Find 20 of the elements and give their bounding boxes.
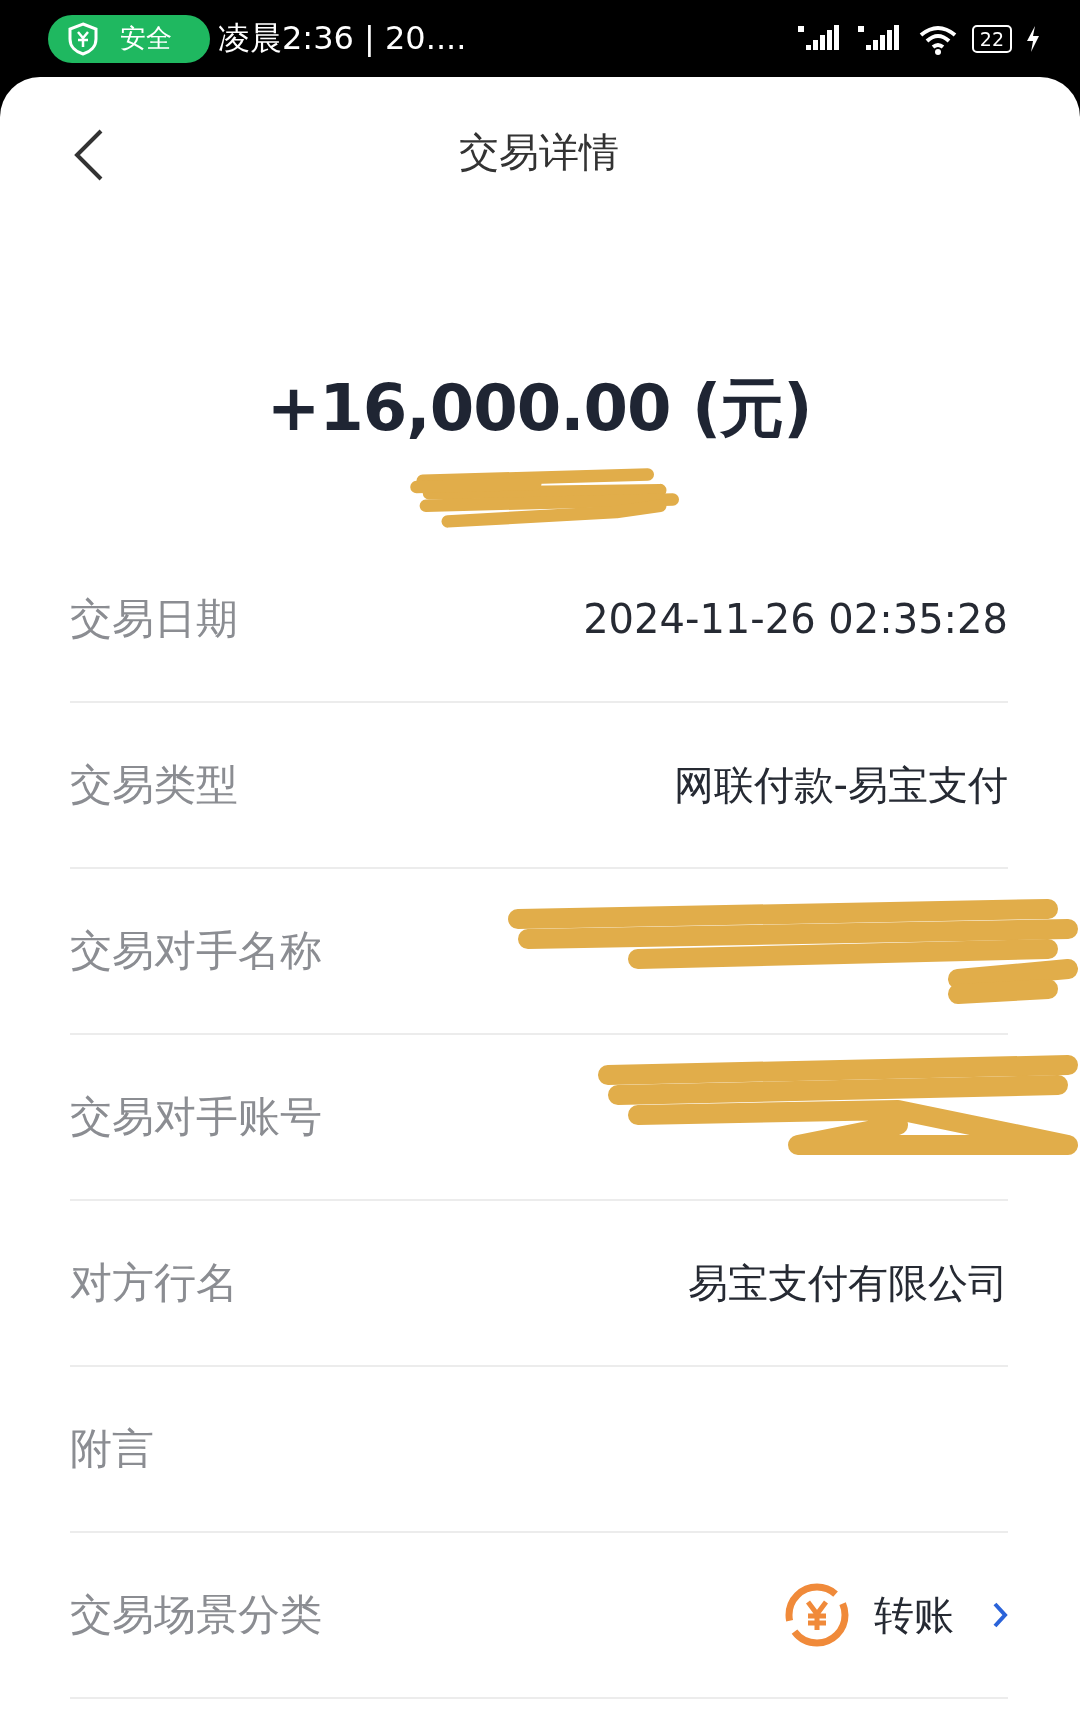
field-label: 交易对手名称	[70, 925, 322, 977]
field-label: 交易类型	[70, 759, 238, 811]
yen-coin-icon	[784, 1582, 850, 1648]
field-value: 网联付款-易宝支付	[673, 760, 1008, 810]
field-label: 交易对手账号	[70, 1091, 322, 1143]
field-label: 交易日期	[70, 593, 238, 645]
shield-icon	[68, 21, 98, 56]
status-time: 凌晨2:36 | 20....	[218, 17, 467, 59]
field-label: 对方行名	[70, 1257, 238, 1309]
field-label: 附言	[70, 1423, 154, 1475]
charging-icon	[1026, 25, 1040, 52]
back-icon[interactable]	[74, 129, 104, 181]
chevron-right-icon[interactable]	[992, 1601, 1008, 1629]
field-label: 交易场景分类	[70, 1589, 322, 1641]
amount: +16,000.00 (元)	[266, 370, 812, 447]
category-value[interactable]: 转账	[874, 1587, 954, 1643]
page-title: 交易详情	[459, 127, 619, 177]
field-value: 易宝支付有限公司	[688, 1258, 1008, 1308]
battery-icon: 22	[971, 24, 1012, 53]
field-value: 2024-11-26 02:35:28	[583, 596, 1008, 642]
